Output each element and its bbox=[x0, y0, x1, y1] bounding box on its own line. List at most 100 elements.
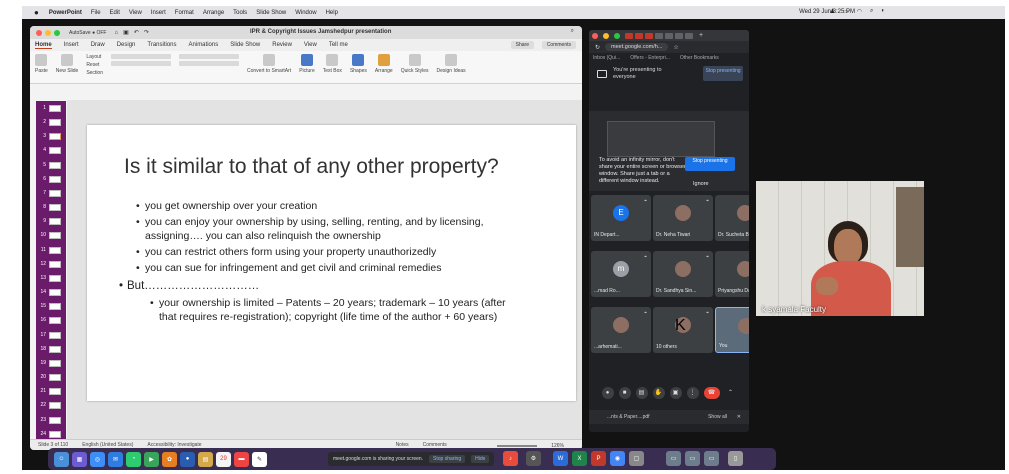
pin-icon[interactable]: ⌖ bbox=[644, 310, 647, 316]
slide-thumbnail[interactable]: 11 bbox=[36, 244, 66, 256]
tab-view[interactable]: View bbox=[304, 42, 317, 48]
slide-thumbnail[interactable]: 6 bbox=[36, 173, 66, 185]
bookmark-item[interactable]: Inbox (Qui... bbox=[593, 55, 620, 61]
slide-thumbnail[interactable]: 13 bbox=[36, 272, 66, 284]
present-icon[interactable]: ▣ bbox=[669, 387, 682, 399]
hide-sharing-button[interactable]: Hide bbox=[471, 455, 490, 463]
tab-slide-show[interactable]: Slide Show bbox=[230, 42, 260, 48]
slide-thumbnail[interactable]: 17 bbox=[36, 329, 66, 341]
browser-tab[interactable] bbox=[685, 32, 693, 39]
list-controls[interactable] bbox=[179, 54, 239, 59]
mail-icon[interactable]: ✉ bbox=[108, 451, 123, 467]
folder-icon[interactable]: ▭ bbox=[704, 451, 719, 466]
raise-hand-icon[interactable]: ✋ bbox=[652, 387, 665, 399]
browser-tab[interactable] bbox=[675, 32, 683, 39]
participant-tile[interactable]: ⌖Priyangshu Das... bbox=[715, 251, 749, 297]
excel-icon[interactable]: X bbox=[572, 451, 587, 466]
menu-help[interactable]: Help bbox=[326, 10, 338, 16]
undo-icon[interactable]: ↶ bbox=[134, 29, 139, 36]
slide-thumbnail[interactable]: 18 bbox=[36, 343, 66, 355]
camera-icon[interactable]: ■ bbox=[618, 387, 631, 399]
layout-button[interactable]: Layout bbox=[86, 54, 103, 60]
slide-thumbnail[interactable]: 5 bbox=[36, 159, 66, 171]
new-slide-button[interactable]: New Slide bbox=[56, 54, 78, 74]
tab-design[interactable]: Design bbox=[117, 42, 136, 48]
folder-icon[interactable]: ▭ bbox=[666, 451, 681, 466]
autosave-toggle[interactable]: AutoSave ● OFF bbox=[69, 30, 106, 36]
maximize-window-button[interactable] bbox=[54, 29, 60, 36]
participant-tile[interactable]: ⌖ K 10 others bbox=[653, 307, 713, 353]
safari-icon[interactable]: ◎ bbox=[90, 451, 105, 467]
photos-icon[interactable]: ✿ bbox=[162, 451, 177, 467]
menu-app-name[interactable]: PowerPoint bbox=[49, 10, 82, 16]
menu-arrange[interactable]: Arrange bbox=[203, 10, 224, 16]
messages-icon[interactable]: ◔ bbox=[126, 451, 141, 467]
paste-button[interactable]: Paste bbox=[35, 54, 48, 74]
close-icon[interactable]: ✕ bbox=[737, 414, 741, 420]
design-ideas-button[interactable]: Design Ideas bbox=[437, 54, 466, 74]
participant-tile[interactable]: ⌖ Dr. Neha Tiwari bbox=[653, 195, 713, 241]
share-button[interactable]: Share bbox=[510, 41, 534, 49]
chevron-up-icon[interactable]: ⌃ bbox=[725, 387, 737, 399]
system-settings-icon[interactable]: ⚙ bbox=[526, 451, 541, 466]
download-item[interactable]: ...nts & Paper....pdf bbox=[607, 414, 650, 420]
minimize-window-button[interactable] bbox=[603, 32, 609, 39]
quick-styles-button[interactable]: Quick Styles bbox=[401, 54, 429, 74]
font-name-field[interactable] bbox=[111, 54, 171, 59]
slide-thumbnail[interactable]: 19 bbox=[36, 357, 66, 369]
word-icon[interactable]: W bbox=[553, 451, 568, 466]
slide-thumbnail[interactable]: 23 bbox=[36, 414, 66, 426]
slide-thumbnail[interactable]: 16 bbox=[36, 314, 66, 326]
leave-call-icon[interactable]: ☎ bbox=[703, 387, 720, 399]
menu-window[interactable]: Window bbox=[295, 10, 316, 16]
reload-icon[interactable]: ↻ bbox=[595, 44, 600, 51]
redo-icon[interactable]: ↷ bbox=[144, 29, 149, 36]
search-icon[interactable]: ⌕ bbox=[571, 28, 574, 35]
participant-tile[interactable]: ⌖ Dr. Sandhya Sin... bbox=[653, 251, 713, 297]
slide-thumbnail[interactable]: 14 bbox=[36, 286, 66, 298]
microphone-icon[interactable]: ● bbox=[601, 387, 614, 399]
maximize-window-button[interactable] bbox=[614, 32, 620, 39]
apple-icon[interactable]: ● bbox=[34, 8, 39, 17]
minimize-window-button[interactable] bbox=[45, 29, 51, 36]
slide-thumbnail[interactable]: 2 bbox=[36, 116, 66, 128]
preview-icon[interactable]: ▢ bbox=[629, 451, 644, 466]
pin-icon[interactable]: ⌖ bbox=[706, 198, 709, 204]
warning-stop-presenting-button[interactable]: Stop presenting bbox=[685, 157, 735, 171]
browser-tab[interactable] bbox=[625, 32, 633, 39]
menu-slide-show[interactable]: Slide Show bbox=[256, 10, 286, 16]
pin-icon[interactable]: ⌖ bbox=[706, 254, 709, 260]
menu-tools[interactable]: Tools bbox=[233, 10, 247, 16]
wifi-icon[interactable]: ◠ bbox=[857, 8, 862, 15]
menu-edit[interactable]: Edit bbox=[110, 10, 120, 16]
arrange-button[interactable]: Arrange bbox=[375, 54, 393, 74]
pin-icon[interactable]: ⌖ bbox=[644, 254, 647, 260]
powerpoint-icon[interactable]: P bbox=[591, 451, 606, 466]
reset-button[interactable]: Reset bbox=[86, 62, 103, 68]
text-box-button[interactable]: Text Box bbox=[323, 54, 342, 74]
slide-thumbnail[interactable]: 3 bbox=[36, 130, 66, 142]
search-icon[interactable]: ⌕ bbox=[870, 8, 873, 15]
notes-app-icon[interactable]: ▤ bbox=[198, 451, 213, 467]
menu-insert[interactable]: Insert bbox=[151, 10, 166, 16]
current-slide[interactable]: Is it similar to that of any other prope… bbox=[87, 125, 576, 401]
slide-thumbnail[interactable]: 20 bbox=[36, 371, 66, 383]
tab-home[interactable]: Home bbox=[35, 42, 52, 49]
captions-icon[interactable]: ▤ bbox=[635, 387, 648, 399]
slide-thumbnail[interactable]: 9 bbox=[36, 215, 66, 227]
reminders-icon[interactable]: ▬ bbox=[234, 451, 249, 467]
show-all-downloads[interactable]: Show all bbox=[708, 414, 727, 420]
tab-animations[interactable]: Animations bbox=[189, 42, 219, 48]
trash-icon[interactable]: ▯ bbox=[728, 451, 743, 466]
participant-tile[interactable]: ⌖ m ...mad Ro... bbox=[591, 251, 651, 297]
more-options-icon[interactable]: ⋮ bbox=[686, 387, 699, 399]
tab-review[interactable]: Review bbox=[272, 42, 292, 48]
zoom-app-icon[interactable]: ● bbox=[180, 451, 195, 467]
url-field[interactable]: meet.google.com/h... bbox=[605, 43, 669, 51]
folder-icon[interactable]: ▭ bbox=[685, 451, 700, 466]
finder-icon[interactable]: ☺ bbox=[54, 451, 69, 467]
close-window-button[interactable] bbox=[36, 29, 42, 36]
slide-thumbnail[interactable]: 12 bbox=[36, 258, 66, 270]
chrome-icon[interactable]: ◉ bbox=[610, 451, 625, 466]
browser-tab[interactable] bbox=[655, 32, 663, 39]
